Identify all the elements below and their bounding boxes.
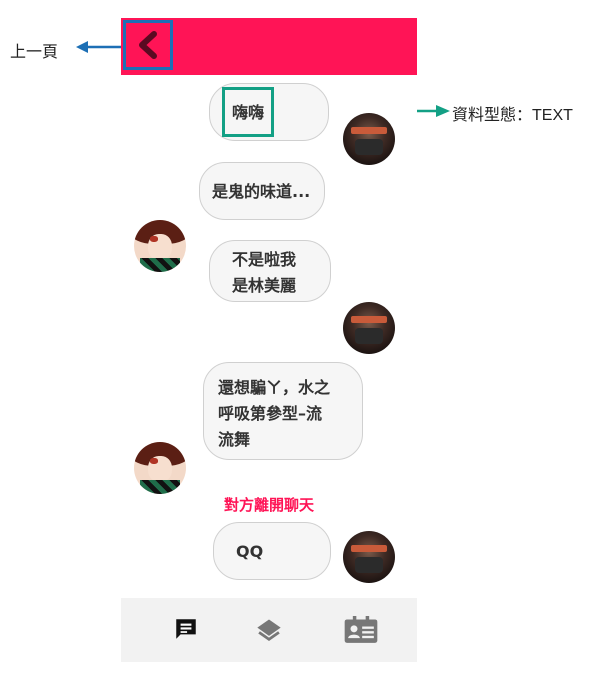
message-bubble-incoming: 還想騙ㄚ，水之 呼吸第參型–流 流舞 xyxy=(203,362,363,460)
message-text: 不是啦我 是林美麗 xyxy=(232,250,297,295)
partner-left-notice: 對方離開聊天 xyxy=(223,496,314,514)
message-text: 還想騙ㄚ，水之 呼吸第參型–流 流舞 xyxy=(218,378,331,449)
avatar-partner[interactable] xyxy=(134,220,186,272)
datatype-annotation-label: 資料型態：TEXT xyxy=(452,107,573,124)
message-bubble-outgoing: QQ xyxy=(213,522,331,580)
nav-contacts-button[interactable] xyxy=(343,616,379,648)
contact-card-icon xyxy=(344,616,378,643)
message-text: QQ xyxy=(236,542,264,561)
layers-icon xyxy=(257,619,281,642)
avatar-self[interactable] xyxy=(343,302,395,354)
chat-icon xyxy=(176,619,196,639)
nav-chat-button[interactable] xyxy=(173,616,199,646)
back-annotation-arrow xyxy=(76,41,126,53)
avatar-self[interactable] xyxy=(343,113,395,165)
avatar-partner[interactable] xyxy=(134,442,186,494)
message-text: 是鬼的味道... xyxy=(212,182,311,201)
header-bar xyxy=(121,18,417,75)
back-annotation-label: 上一頁 xyxy=(10,44,59,61)
nav-layers-button[interactable] xyxy=(255,616,283,648)
back-button[interactable] xyxy=(123,20,173,70)
chevron-left-icon xyxy=(139,31,157,59)
message-bubble-incoming: 不是啦我 是林美麗 xyxy=(209,240,331,302)
message-bubble-incoming: 是鬼的味道... xyxy=(199,162,325,220)
text-type-highlight xyxy=(222,87,274,137)
bottom-nav xyxy=(121,598,417,662)
avatar-self[interactable] xyxy=(343,531,395,583)
